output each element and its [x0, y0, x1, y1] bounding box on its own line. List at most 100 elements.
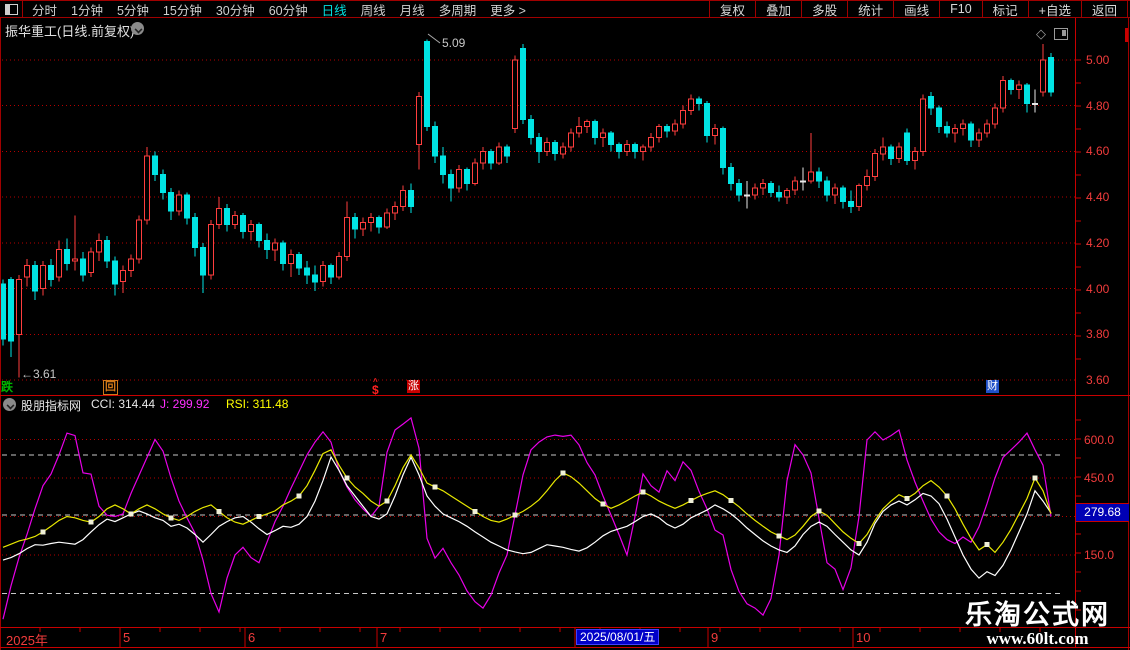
candle-body	[313, 275, 318, 282]
rsi-marker	[297, 494, 302, 499]
rsi-marker	[1033, 476, 1038, 481]
rsi-marker	[857, 541, 862, 546]
title-chevron-down-icon[interactable]	[131, 22, 144, 35]
period-item[interactable]: 多周期	[439, 0, 477, 19]
watermark-url: www.60lt.com	[965, 630, 1110, 648]
osc-axis-label: 450.0	[1084, 471, 1114, 485]
period-item[interactable]: 60分钟	[269, 0, 308, 19]
candle-body	[17, 279, 22, 334]
candle-body	[673, 124, 678, 131]
candle-body	[25, 266, 30, 277]
candle-body	[913, 151, 918, 160]
rsi-marker	[601, 502, 606, 507]
candle-body	[89, 252, 94, 273]
candle-body	[345, 218, 350, 257]
candle-body	[1001, 81, 1006, 108]
candle-body	[465, 170, 470, 184]
price-axis-label: 4.00	[1086, 282, 1109, 296]
candle-body	[297, 254, 302, 268]
candle-body	[105, 241, 110, 262]
dollar-badge[interactable]: ^$	[372, 380, 379, 397]
period-item[interactable]: 更多 >	[490, 0, 526, 19]
tool-item[interactable]: 返回	[1081, 1, 1128, 17]
month-label: 2025年	[6, 630, 48, 649]
osc-axis-label: 150.0	[1084, 548, 1114, 562]
window-icon[interactable]	[1054, 28, 1068, 40]
candle-body	[385, 213, 390, 227]
rsi-marker	[257, 514, 262, 519]
candle-body	[1009, 81, 1014, 90]
tool-item[interactable]: F10	[939, 1, 982, 17]
return-badge[interactable]: 回	[103, 380, 118, 395]
tool-item[interactable]: 多股	[801, 1, 847, 17]
rsi-marker	[641, 490, 646, 495]
period-item[interactable]: 15分钟	[163, 0, 202, 19]
candle-body	[137, 220, 142, 259]
candle-body	[905, 133, 910, 160]
candle-body	[409, 190, 414, 206]
period-item[interactable]: 1分钟	[71, 0, 103, 19]
stock-title: 振华重工(日线.前复权)	[5, 21, 134, 40]
tool-item[interactable]: 统计	[847, 1, 893, 17]
tool-item[interactable]: 画线	[893, 1, 939, 17]
price-axis-label: 4.80	[1086, 99, 1109, 113]
osc-axis-label: 600.0	[1084, 433, 1114, 447]
candle-body	[1041, 60, 1046, 92]
candle-body	[737, 183, 742, 194]
period-item[interactable]: 5分钟	[117, 0, 149, 19]
candle-body	[497, 147, 502, 163]
candle-body	[417, 97, 422, 145]
candle-body	[1, 284, 6, 339]
period-item[interactable]: 周线	[361, 0, 386, 19]
panel-layout-icon[interactable]	[0, 1, 23, 17]
indicator-chevron-down-icon[interactable]	[3, 398, 16, 411]
candle-body	[745, 195, 750, 196]
finance-badge[interactable]: 财	[986, 380, 999, 393]
candle-body	[761, 183, 766, 188]
candle-body	[561, 147, 566, 154]
app-window: 分时 1分钟 5分钟 15分钟 30分钟 60分钟日线周线月线多周期更多 > 复权叠加多股…	[0, 0, 1130, 650]
candle-body	[1033, 103, 1038, 104]
month-label: 10	[856, 630, 870, 645]
price-axis-label: 4.20	[1086, 236, 1109, 250]
tool-item[interactable]: +自选	[1028, 1, 1081, 17]
month-label: 9	[711, 630, 718, 645]
candle-body	[513, 60, 518, 129]
rsi-marker	[217, 509, 222, 514]
candle-body	[809, 172, 814, 181]
candle-body	[97, 241, 102, 252]
candle-body	[57, 250, 62, 277]
price-axis-label: 4.60	[1086, 144, 1109, 158]
tools-menu: 复权叠加多股统计画线F10标记+自选返回	[709, 1, 1128, 17]
candle-body	[489, 151, 494, 162]
period-item[interactable]: 30分钟	[216, 0, 255, 19]
tool-item[interactable]: 标记	[982, 1, 1028, 17]
chart-canvas[interactable]	[0, 0, 1130, 650]
candle-body	[281, 243, 286, 264]
rsi-marker	[817, 508, 822, 513]
candle-body	[697, 99, 702, 104]
candle-body	[825, 181, 830, 195]
candle-body	[201, 247, 206, 274]
candle-body	[361, 222, 366, 229]
tool-item[interactable]: 复权	[709, 1, 755, 17]
price-axis-label: 3.60	[1086, 373, 1109, 387]
candle-body	[153, 156, 158, 174]
candle-body	[705, 103, 710, 135]
fall-badge[interactable]: 跌	[1, 381, 13, 394]
period-item[interactable]: 日线	[322, 0, 347, 19]
candle-body	[241, 215, 246, 231]
rise-badge[interactable]: 涨	[407, 380, 420, 393]
rsi-marker	[169, 515, 174, 520]
rsi-marker	[729, 498, 734, 503]
candle-body	[665, 126, 670, 131]
j-value: J: 299.92	[160, 397, 209, 411]
candle-body	[473, 163, 478, 184]
diamond-icon[interactable]: ◇	[1036, 26, 1046, 42]
period-item[interactable]: 分时	[32, 0, 57, 19]
tool-item[interactable]: 叠加	[755, 1, 801, 17]
month-label: 7	[380, 630, 387, 645]
candle-body	[321, 266, 326, 282]
period-item[interactable]: 月线	[400, 0, 425, 19]
candle-body	[689, 99, 694, 110]
